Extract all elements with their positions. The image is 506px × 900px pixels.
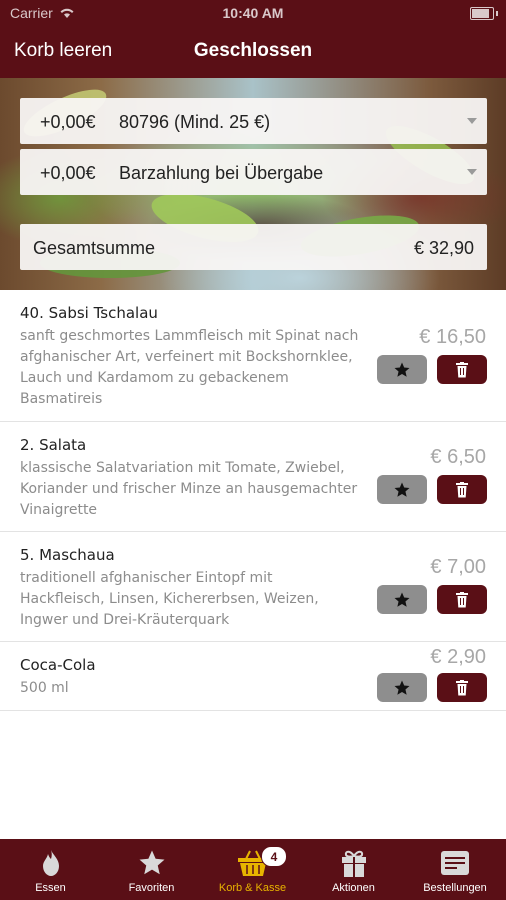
item-name: 5. Maschaua [20,546,115,564]
trash-icon [456,361,468,377]
item-description: sanft geschmortes Lammfleisch mit Spinat… [20,328,359,407]
gift-icon [341,850,366,877]
trash-icon [456,591,468,607]
tab-bestellungen[interactable]: Bestellungen [404,839,506,900]
remove-item-button[interactable] [437,673,487,702]
favorite-button[interactable] [377,673,427,702]
favorite-button[interactable] [377,475,427,504]
page-title: Geschlossen [193,40,313,61]
total-label: Gesamtsumme [33,238,156,258]
item-description: traditionell afghanischer Eintopf mit Ha… [20,570,319,628]
item-name: Coca-Cola [20,656,96,674]
navigation-bar: Carrier 10:40 AM Korb leeren Geschlossen [0,0,506,78]
payment-method-select[interactable]: +0,00€ Barzahlung bei Übergabe [20,149,487,195]
item-price: € 2,90 [430,646,486,668]
total-amount: € 32,90 [413,238,474,258]
star-icon [139,850,164,875]
remove-item-button[interactable] [437,585,487,614]
delivery-area-value: 80796 (Mind. 25 €) [119,112,271,132]
status-time: 10:40 AM [222,5,284,21]
star-icon [394,592,410,607]
payment-method-value: Barzahlung bei Übergabe [119,163,324,183]
payment-surcharge: +0,00€ [40,163,96,183]
chevron-down-icon [467,169,477,175]
favorite-button[interactable] [377,585,427,614]
item-price: € 7,00 [430,556,486,578]
tab-aktionen[interactable]: Aktionen [303,839,404,900]
delivery-surcharge: +0,00€ [40,112,96,132]
item-price: € 16,50 [419,326,486,348]
tab-label: Aktionen [332,882,375,894]
cart-item: 2. Salata klassische Salatvariation mit … [0,422,506,532]
tab-bar: Essen Favoriten Korb & Kasse Aktionen Be… [0,839,506,900]
item-description: klassische Salatvariation mit Tomate, Zw… [20,460,358,518]
star-icon [394,680,410,695]
flame-icon [42,850,59,876]
basket-count-badge: 4 [261,846,287,867]
item-name: 40. Sabsi Tschalau [20,304,158,322]
cart-item: Coca-Cola 500 ml € 2,90 [0,642,506,711]
orders-icon [441,851,469,875]
tab-label: Essen [35,882,66,894]
cart-item: 40. Sabsi Tschalau sanft geschmortes Lam… [0,290,506,422]
tab-korb-kasse[interactable]: Korb & Kasse [202,839,303,900]
favorite-button[interactable] [377,355,427,384]
item-description: 500 ml [20,680,69,696]
trash-icon [456,481,468,497]
tab-label: Korb & Kasse [218,882,287,894]
tab-favoriten[interactable]: Favoriten [101,839,202,900]
remove-item-button[interactable] [437,355,487,384]
chevron-down-icon [467,118,477,124]
item-name: 2. Salata [20,436,87,454]
remove-item-button[interactable] [437,475,487,504]
order-total: Gesamtsumme € 32,90 [20,224,487,270]
tab-label: Bestellungen [423,882,487,894]
cart-list: 40. Sabsi Tschalau sanft geschmortes Lam… [0,290,506,711]
status-bar: Carrier 10:40 AM [0,0,506,26]
delivery-area-select[interactable]: +0,00€ 80796 (Mind. 25 €) [20,98,487,144]
star-icon [394,362,410,377]
star-icon [394,482,410,497]
tab-label: Favoriten [128,882,175,894]
battery-icon [470,7,498,20]
cart-item: 5. Maschaua traditionell afghanischer Ei… [0,532,506,642]
trash-icon [456,679,468,695]
tab-essen[interactable]: Essen [0,839,101,900]
item-price: € 6,50 [430,446,486,468]
